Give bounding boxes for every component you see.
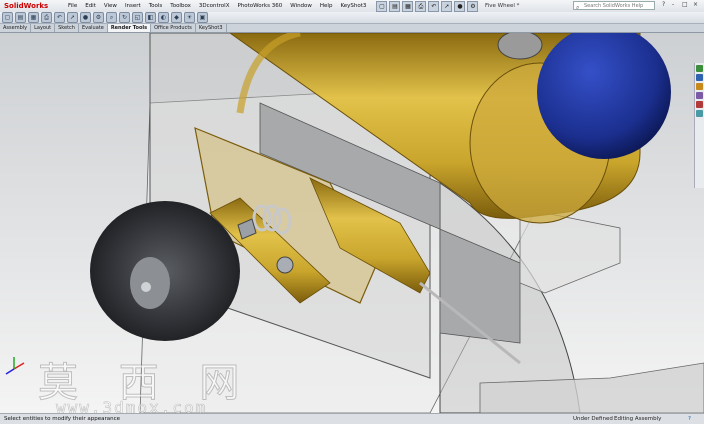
- command-toolbar: ▢ ▤ ▦ ⎙ ↶ ➚ ● ⚙ ⌕ ↻ ◱ ◧ ◐ ◆ ☀ ▣: [0, 12, 704, 24]
- menu-items: File Edit View Insert Tools Toolbox 3DcontrolX…: [64, 0, 370, 12]
- menu-toolbox[interactable]: Toolbox: [166, 0, 195, 12]
- undo-icon[interactable]: ↶: [54, 12, 65, 23]
- appearances-icon[interactable]: [696, 101, 703, 108]
- minimize-button[interactable]: -: [672, 1, 674, 8]
- menu-insert[interactable]: Insert: [121, 0, 145, 12]
- document-title: Five Wheel *: [485, 3, 520, 9]
- print-icon[interactable]: ⎙: [415, 0, 427, 12]
- options-icon[interactable]: ⚙: [467, 0, 479, 12]
- search-help-input[interactable]: ⌕ Search SolidWorks Help: [573, 1, 655, 11]
- tab-assembly[interactable]: Assembly: [0, 24, 32, 32]
- maximize-button[interactable]: □: [682, 1, 688, 8]
- save-icon[interactable]: ▦: [402, 0, 414, 12]
- open-icon[interactable]: ▤: [389, 0, 401, 12]
- print-icon[interactable]: ⎙: [41, 12, 52, 23]
- design-library-icon[interactable]: [696, 74, 703, 81]
- quick-access-toolbar: ▢ ▤ ▦ ⎙ ↶ ➚ ● ⚙: [376, 0, 479, 12]
- task-pane-strip: [694, 63, 704, 188]
- zoom-icon[interactable]: ⌕: [106, 12, 117, 23]
- tab-sketch[interactable]: Sketch: [55, 24, 79, 32]
- custom-properties-icon[interactable]: [696, 110, 703, 117]
- file-explorer-icon[interactable]: [696, 83, 703, 90]
- search-placeholder: Search SolidWorks Help: [584, 3, 644, 9]
- close-button[interactable]: ×: [693, 1, 698, 8]
- command-manager-tabs: Assembly Layout Sketch Evaluate Render Tools…: [0, 24, 704, 33]
- new-icon[interactable]: ▢: [2, 12, 13, 23]
- menu-photoworks-360[interactable]: PhotoWorks 360: [233, 0, 286, 12]
- view-palette-icon[interactable]: [696, 92, 703, 99]
- save-icon[interactable]: ▦: [28, 12, 39, 23]
- rebuild-icon[interactable]: ●: [454, 0, 466, 12]
- menu-help[interactable]: Help: [316, 0, 337, 12]
- rebuild-icon[interactable]: ●: [80, 12, 91, 23]
- undo-icon[interactable]: ↶: [428, 0, 440, 12]
- tab-evaluate[interactable]: Evaluate: [79, 24, 108, 32]
- display-style-icon[interactable]: ◧: [145, 12, 156, 23]
- select-icon[interactable]: ➚: [441, 0, 453, 12]
- view-orient-icon[interactable]: ◱: [132, 12, 143, 23]
- tab-layout[interactable]: Layout: [31, 24, 56, 32]
- resources-icon[interactable]: [696, 65, 703, 72]
- menu-keyshot3[interactable]: KeyShot3: [336, 0, 370, 12]
- search-icon: ⌕: [576, 4, 580, 11]
- view-settings-icon[interactable]: ▣: [197, 12, 208, 23]
- tab-keyshot3[interactable]: KeyShot3: [196, 24, 227, 32]
- status-bar: Select entities to modify their appearan…: [0, 413, 704, 424]
- hide-show-icon[interactable]: ◐: [158, 12, 169, 23]
- menu-edit[interactable]: Edit: [81, 0, 100, 12]
- appearance-icon[interactable]: ◆: [171, 12, 182, 23]
- menu-3dcontrolx[interactable]: 3DcontrolX: [195, 0, 234, 12]
- options-icon[interactable]: ⚙: [93, 12, 104, 23]
- open-icon[interactable]: ▤: [15, 12, 26, 23]
- new-document-icon[interactable]: ▢: [376, 0, 388, 12]
- rotate-icon[interactable]: ↻: [119, 12, 130, 23]
- menu-file[interactable]: File: [64, 0, 81, 12]
- menu-window[interactable]: Window: [286, 0, 316, 12]
- help-icon[interactable]: ?: [662, 1, 665, 8]
- menu-view[interactable]: View: [100, 0, 121, 12]
- menu-tools[interactable]: Tools: [145, 0, 167, 12]
- scene-icon[interactable]: ☀: [184, 12, 195, 23]
- tab-render-tools[interactable]: Render Tools: [107, 24, 152, 32]
- tab-office-products[interactable]: Office Products: [151, 24, 196, 32]
- select-icon[interactable]: ➚: [67, 12, 78, 23]
- solidworks-logo: SolidWorks: [4, 2, 49, 10]
